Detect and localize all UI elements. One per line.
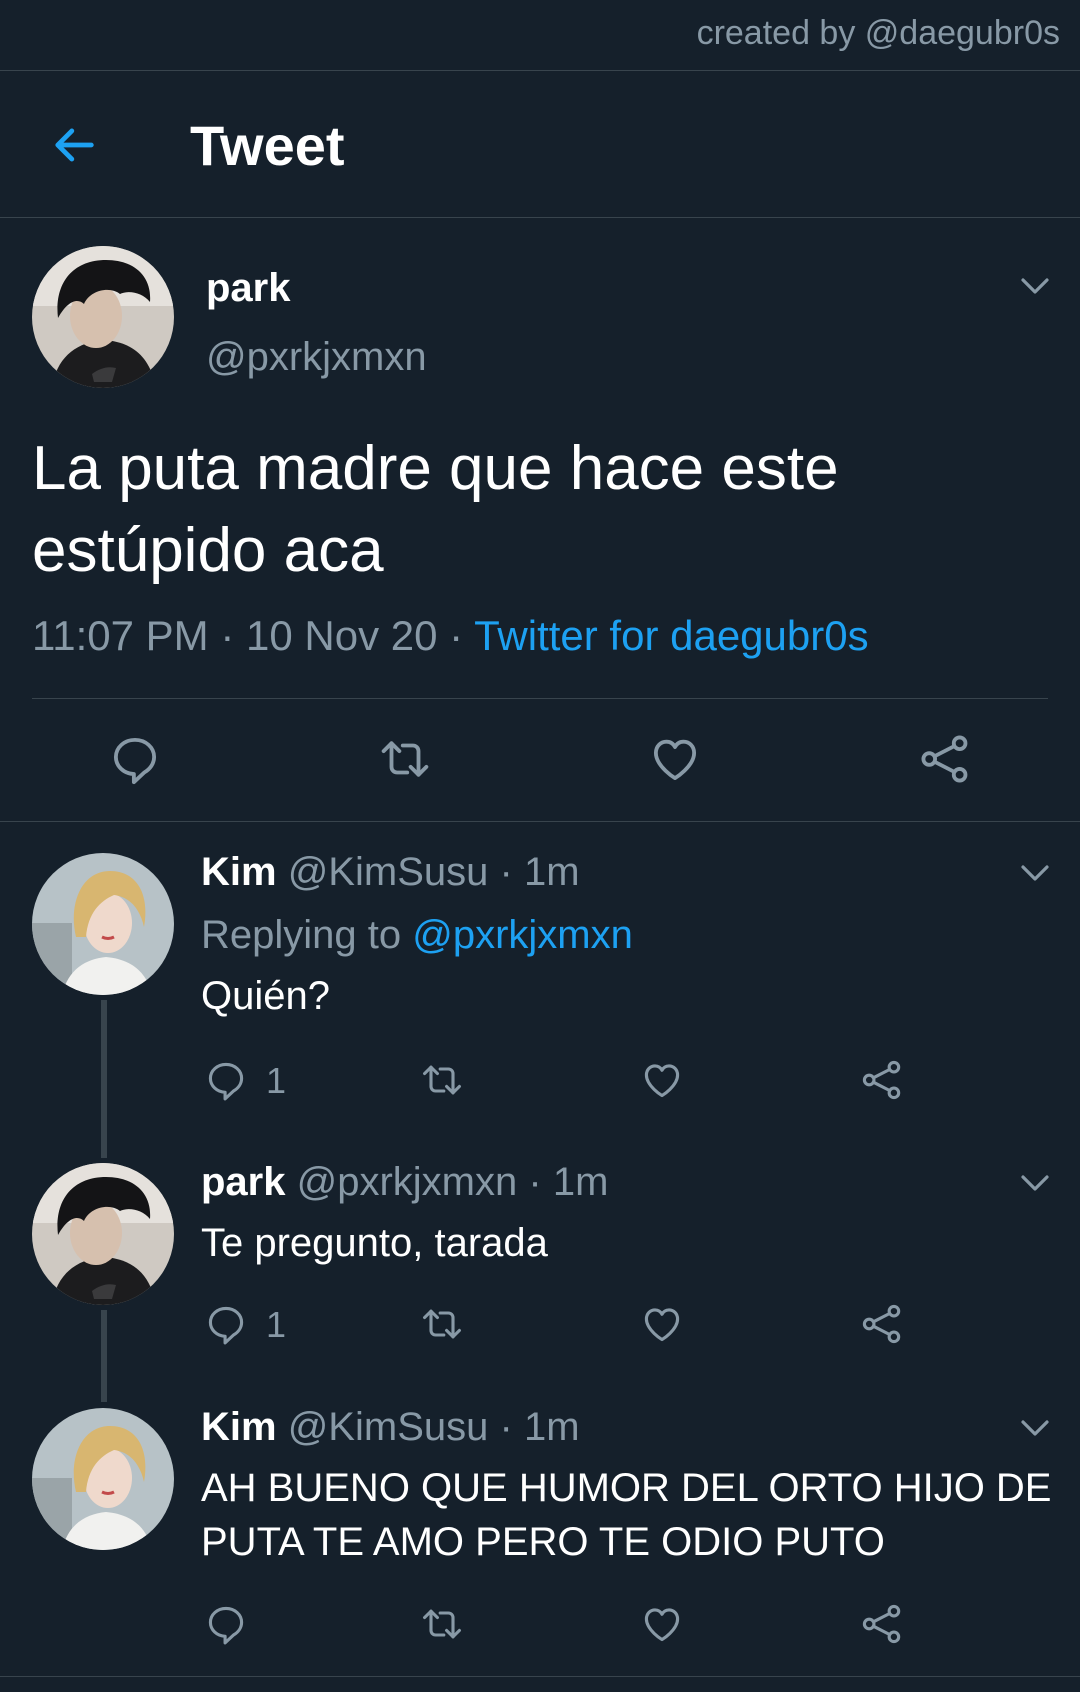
meta-separator: · bbox=[499, 1405, 513, 1449]
tweet-time: 11:07 PM bbox=[32, 612, 209, 659]
tweet-source-link[interactable]: Twitter for daegubr0s bbox=[474, 612, 869, 659]
tweet-date: 10 Nov 20 bbox=[246, 612, 438, 659]
replying-label: Replying to bbox=[201, 913, 402, 957]
chevron-down-icon[interactable] bbox=[1018, 862, 1052, 884]
author-handle[interactable]: @KimSusu bbox=[288, 1405, 489, 1449]
meta-separator: · bbox=[220, 612, 235, 659]
avatar[interactable] bbox=[32, 1408, 174, 1550]
retweet-icon[interactable] bbox=[420, 1602, 464, 1646]
author-name[interactable]: Kim bbox=[201, 850, 277, 894]
page-title: Tweet bbox=[190, 114, 345, 177]
meta-separator: · bbox=[499, 850, 513, 894]
reply-time: 1m bbox=[523, 1405, 580, 1449]
meta-separator: · bbox=[449, 612, 464, 659]
share-icon[interactable] bbox=[860, 1058, 904, 1102]
author-name[interactable]: park bbox=[201, 1160, 286, 1204]
meta-separator: · bbox=[528, 1160, 542, 1204]
avatar[interactable] bbox=[32, 853, 174, 995]
author-handle[interactable]: @KimSusu bbox=[288, 850, 489, 894]
reply-count: 1 bbox=[266, 1304, 287, 1345]
avatar[interactable] bbox=[32, 246, 174, 388]
divider bbox=[0, 1676, 1080, 1677]
chevron-down-icon[interactable] bbox=[1018, 275, 1052, 297]
like-icon[interactable] bbox=[648, 732, 702, 786]
reply-icon[interactable] bbox=[108, 732, 162, 786]
tweet-text: La puta madre que hace este estúpido aca bbox=[32, 434, 839, 585]
reply-header: Kim @KimSusu · 1m bbox=[201, 850, 580, 895]
reply-header: Kim @KimSusu · 1m bbox=[201, 1405, 580, 1450]
header: Tweet bbox=[0, 71, 1080, 217]
reply-text: Quién? bbox=[201, 974, 330, 1018]
thread-line bbox=[101, 1000, 107, 1158]
like-icon[interactable] bbox=[640, 1602, 684, 1646]
reply-time: 1m bbox=[523, 850, 580, 894]
chevron-down-icon[interactable] bbox=[1018, 1172, 1052, 1194]
reply-time: 1m bbox=[552, 1160, 609, 1204]
share-icon[interactable] bbox=[860, 1302, 904, 1346]
author-handle[interactable]: @pxrkjxmxn bbox=[206, 335, 427, 380]
retweet-icon[interactable] bbox=[420, 1302, 464, 1346]
retweet-icon[interactable] bbox=[420, 1058, 464, 1102]
divider bbox=[32, 698, 1048, 699]
replying-to-link[interactable]: @pxrkjxmxn bbox=[412, 913, 633, 957]
share-icon[interactable] bbox=[860, 1602, 904, 1646]
divider bbox=[0, 821, 1080, 822]
thread-line bbox=[101, 1310, 107, 1402]
header-divider bbox=[0, 217, 1080, 218]
reply-icon[interactable] bbox=[204, 1602, 248, 1646]
reply-icon[interactable] bbox=[204, 1058, 248, 1102]
reply-icon[interactable] bbox=[204, 1302, 248, 1346]
reply-header: park @pxrkjxmxn · 1m bbox=[201, 1160, 608, 1205]
reply-text: AH BUENO QUE HUMOR DEL ORTO HIJO DE PUTA… bbox=[201, 1466, 1052, 1564]
author-name[interactable]: Kim bbox=[201, 1405, 277, 1449]
replying-to: Replying to @pxrkjxmxn bbox=[201, 913, 633, 958]
author-handle[interactable]: @pxrkjxmxn bbox=[297, 1160, 518, 1204]
reply-count: 1 bbox=[266, 1060, 287, 1101]
share-icon[interactable] bbox=[918, 732, 972, 786]
like-icon[interactable] bbox=[640, 1302, 684, 1346]
like-icon[interactable] bbox=[640, 1058, 684, 1102]
avatar[interactable] bbox=[32, 1163, 174, 1305]
reply-text: Te pregunto, tarada bbox=[201, 1221, 548, 1265]
author-name[interactable]: park bbox=[206, 266, 291, 311]
tweet-meta: 11:07 PM · 10 Nov 20 · Twitter for daegu… bbox=[32, 612, 869, 660]
chevron-down-icon[interactable] bbox=[1018, 1417, 1052, 1439]
retweet-icon[interactable] bbox=[378, 732, 432, 786]
arrow-left-icon[interactable] bbox=[48, 119, 100, 171]
watermark: created by @daegubr0s bbox=[696, 14, 1060, 52]
